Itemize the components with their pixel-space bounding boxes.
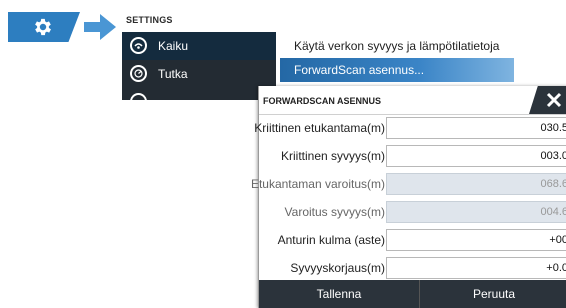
row-transducer-angle: Anturin kulma (aste) +00 — [259, 226, 566, 254]
settings-category-icon — [130, 93, 147, 100]
close-button[interactable] — [529, 86, 566, 114]
sidebar-item-tutka[interactable]: Tutka — [122, 60, 276, 88]
row-critical-forward-range: Kriittinen etukantama(m) 030.5 — [254, 114, 566, 142]
save-button[interactable]: Tallenna — [259, 280, 420, 308]
field-label: Kriittinen etukantama(m) — [254, 121, 385, 135]
forwardscan-dialog: FORWARDSCAN ASENNUS Kriittinen etukantam… — [251, 86, 566, 308]
field-label: Kriittinen syvyys(m) — [280, 149, 385, 163]
close-icon — [546, 92, 562, 108]
warning-depth-field: 004.6 — [386, 201, 566, 223]
depth-offset-field[interactable]: +0.0 — [386, 257, 566, 279]
dialog-header: FORWARDSCAN ASENNUS — [259, 86, 566, 115]
sidebar-item-partial[interactable] — [122, 88, 276, 100]
sidebar-item-label: Kaiku — [158, 39, 189, 53]
transducer-angle-field[interactable]: +00 — [386, 229, 566, 251]
critical-forward-range-field[interactable]: 030.5 — [386, 117, 566, 139]
field-label: Syvyyskorjaus(m) — [290, 261, 385, 275]
sonar-icon — [130, 37, 147, 54]
field-label: Etukantaman varoitus(m) — [250, 177, 385, 191]
setting-forwardscan-install[interactable]: ForwardScan asennus... — [280, 58, 514, 82]
field-label: Varoitus syvyys(m) — [284, 205, 385, 219]
dialog-title: FORWARDSCAN ASENNUS — [263, 96, 382, 106]
arrow-right-icon — [84, 14, 116, 40]
settings-title: SETTINGS — [126, 15, 173, 25]
row-depth-offset: Syvyyskorjaus(m) +0.0 — [259, 254, 566, 282]
gear-icon — [35, 18, 51, 36]
forward-range-warning-field: 068.6 — [386, 173, 566, 195]
row-critical-depth: Kriittinen syvyys(m) 003.0 — [259, 142, 566, 170]
radar-icon — [130, 65, 147, 82]
row-warning-depth: Varoitus syvyys(m) 004.6 — [259, 198, 566, 226]
settings-category-list: Kaiku Tutka — [122, 32, 276, 100]
row-forward-range-warning: Etukantaman varoitus(m) 068.6 — [251, 170, 566, 198]
sidebar-item-label: Tutka — [158, 67, 188, 81]
cancel-button[interactable]: Peruuta — [419, 280, 566, 308]
sidebar-item-kaiku[interactable]: Kaiku — [122, 32, 276, 60]
settings-gear-tab[interactable] — [8, 12, 80, 42]
field-label: Anturin kulma (aste) — [277, 233, 385, 247]
critical-depth-field[interactable]: 003.0 — [386, 145, 566, 167]
dialog-footer: Tallenna Peruuta — [259, 280, 566, 308]
